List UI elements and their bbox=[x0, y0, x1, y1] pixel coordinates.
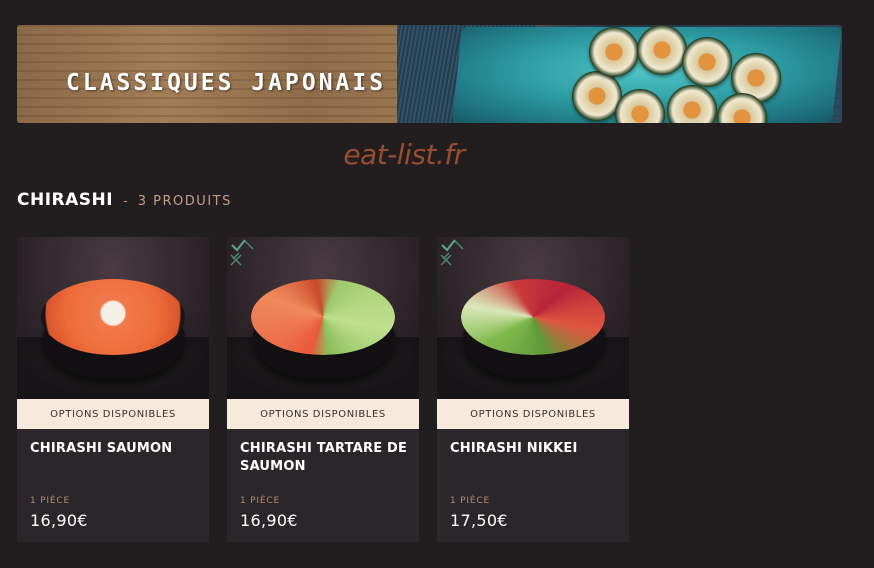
watermark-text: eat-list.fr bbox=[343, 138, 465, 171]
sushi-roll-image bbox=[589, 27, 639, 77]
options-available-label[interactable]: OPTIONS DISPONIBLES bbox=[437, 399, 629, 429]
tartare-bowl-image bbox=[251, 279, 395, 355]
nikkei-bowl-image bbox=[461, 279, 605, 355]
product-image[interactable] bbox=[227, 237, 419, 399]
banner-title: CLASSIQUES JAPONAIS bbox=[66, 70, 387, 96]
product-price: 17,50€ bbox=[450, 511, 508, 530]
product-name[interactable]: CHIRASHI NIKKEI bbox=[450, 440, 620, 458]
section-separator: - bbox=[123, 194, 128, 209]
product-name[interactable]: CHIRASHI TARTARE DE SAUMON bbox=[240, 440, 410, 476]
product-card[interactable]: OPTIONS DISPONIBLES CHIRASHI SAUMON 1 PI… bbox=[17, 237, 209, 542]
salmon-bowl-image bbox=[41, 279, 185, 355]
category-banner: CLASSIQUES JAPONAIS bbox=[17, 25, 842, 123]
section-title: CHIRASHI bbox=[17, 190, 114, 210]
product-card[interactable]: OPTIONS DISPONIBLES CHIRASHI TARTARE DE … bbox=[227, 237, 419, 542]
options-available-label[interactable]: OPTIONS DISPONIBLES bbox=[17, 399, 209, 429]
sushi-roll-image bbox=[682, 37, 732, 87]
product-price: 16,90€ bbox=[240, 511, 298, 530]
product-count: 3 PRODUITS bbox=[137, 194, 232, 209]
product-card[interactable]: OPTIONS DISPONIBLES CHIRASHI NIKKEI 1 PI… bbox=[437, 237, 629, 542]
section-header: CHIRASHI - 3 PRODUITS bbox=[17, 190, 232, 210]
product-unit: 1 PIÈCE bbox=[240, 496, 280, 506]
product-image[interactable] bbox=[437, 237, 629, 399]
product-name[interactable]: CHIRASHI SAUMON bbox=[30, 440, 200, 458]
product-price: 16,90€ bbox=[30, 511, 88, 530]
sushi-roll-image bbox=[637, 25, 687, 75]
check-pattern-icon bbox=[437, 237, 467, 271]
check-pattern-icon bbox=[227, 237, 257, 271]
options-available-label[interactable]: OPTIONS DISPONIBLES bbox=[227, 399, 419, 429]
product-image[interactable] bbox=[17, 237, 209, 399]
product-unit: 1 PIÈCE bbox=[30, 496, 70, 506]
product-unit: 1 PIÈCE bbox=[450, 496, 490, 506]
